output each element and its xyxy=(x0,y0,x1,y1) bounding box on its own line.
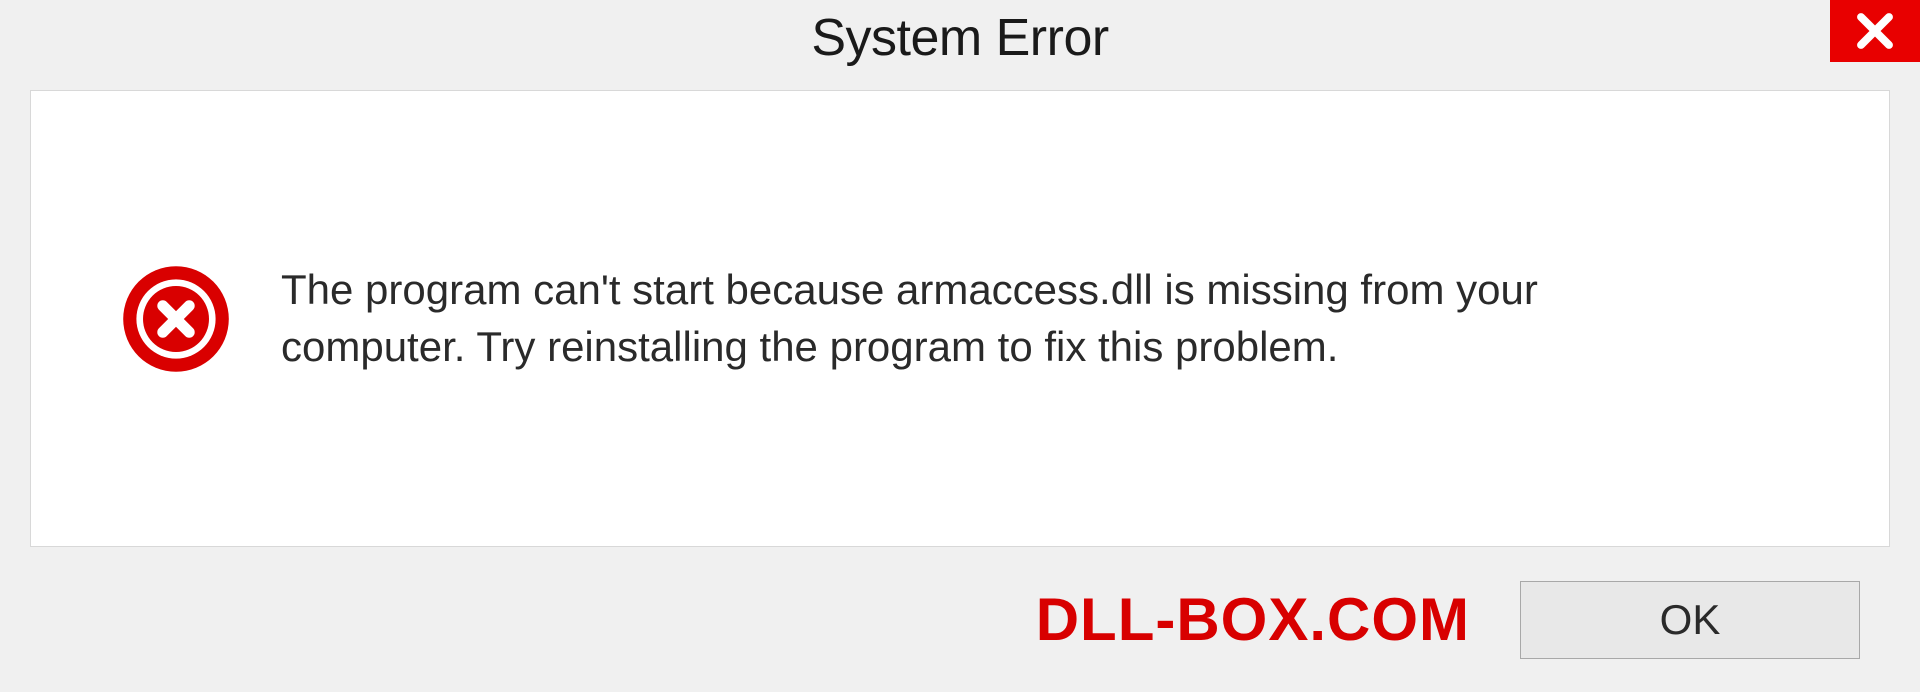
dialog-title: System Error xyxy=(811,8,1108,68)
message-area: The program can't start because armacces… xyxy=(31,91,1889,546)
ok-button[interactable]: OK xyxy=(1520,581,1860,659)
error-icon xyxy=(121,264,231,374)
close-icon xyxy=(1854,10,1896,52)
titlebar: System Error xyxy=(0,0,1920,90)
content-panel: The program can't start because armacces… xyxy=(30,90,1890,547)
error-message: The program can't start because armacces… xyxy=(281,262,1701,375)
watermark-text: DLL-BOX.COM xyxy=(1036,585,1470,654)
dialog-footer: DLL-BOX.COM OK xyxy=(0,547,1920,692)
error-dialog: System Error The program can't start bec… xyxy=(0,0,1920,692)
close-button[interactable] xyxy=(1830,0,1920,62)
